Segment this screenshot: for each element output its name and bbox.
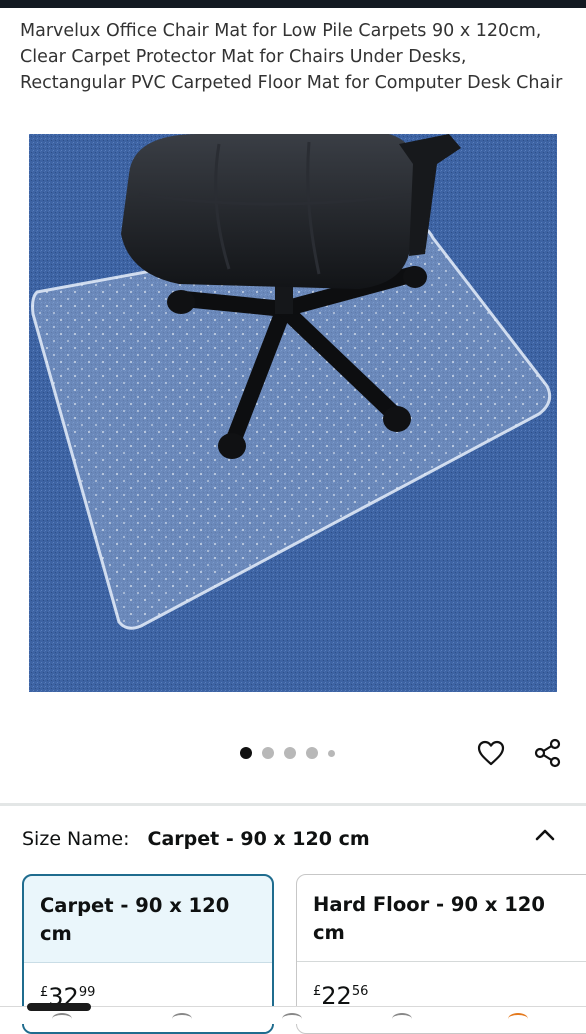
product-image[interactable] [29, 134, 557, 692]
size-option-separator [297, 961, 586, 962]
size-option-name: Hard Floor - 90 x 120 cm [313, 893, 545, 944]
section-divider [0, 803, 586, 806]
nav-icon-partial[interactable] [508, 1013, 528, 1025]
size-name-selected-value: Carpet - 90 x 120 cm [147, 828, 370, 850]
carousel-dot-5[interactable] [328, 749, 335, 757]
size-option-name: Carpet - 90 x 120 cm [40, 894, 230, 945]
chevron-up-icon [535, 829, 555, 841]
chair-mat-photo [29, 134, 557, 692]
carousel-dot-2[interactable] [262, 747, 274, 759]
heart-icon [477, 740, 505, 766]
share-icon [534, 738, 561, 768]
top-status-strip [0, 0, 586, 8]
wishlist-button[interactable] [474, 735, 508, 771]
size-name-label: Size Name: [22, 828, 130, 850]
size-name-row: Size Name: Carpet - 90 x 120 cm [22, 826, 370, 852]
nav-icon-partial[interactable] [392, 1013, 412, 1025]
share-button[interactable] [531, 735, 565, 771]
carousel-dot-4[interactable] [306, 747, 318, 759]
size-collapse-button[interactable] [530, 820, 560, 850]
selected-option-indicator [27, 1003, 91, 1011]
price-fraction: 56 [351, 984, 369, 999]
nav-icon-partial[interactable] [172, 1013, 192, 1025]
size-option-price: £2256 [313, 979, 368, 1009]
carousel-dot-3[interactable] [284, 747, 296, 759]
nav-icon-partial[interactable] [52, 1013, 72, 1025]
price-fraction: 99 [78, 985, 96, 1000]
carousel-dot-1[interactable] [240, 747, 252, 759]
product-title: Marvelux Office Chair Mat for Low Pile C… [20, 21, 563, 93]
image-carousel-dots[interactable] [240, 745, 335, 761]
size-option-separator [24, 962, 272, 963]
nav-icon-partial[interactable] [282, 1013, 302, 1025]
